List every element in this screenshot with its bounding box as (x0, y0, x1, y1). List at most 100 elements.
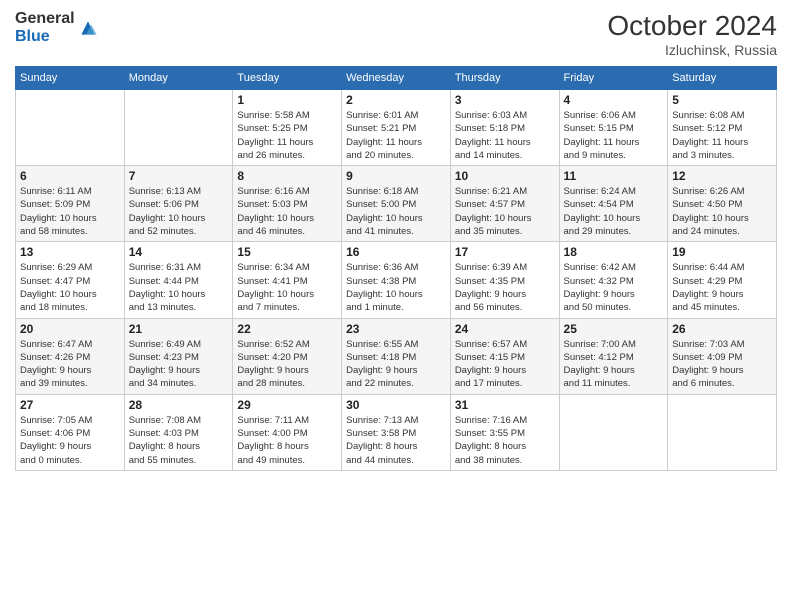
calendar-week-row: 1 Sunrise: 5:58 AM Sunset: 5:25 PM Daylig… (16, 90, 777, 166)
day-info: Sunrise: 6:26 AM Sunset: 4:50 PM Dayligh… (672, 185, 772, 238)
day-number: 5 (672, 93, 772, 107)
day-number: 21 (129, 322, 229, 336)
table-row: 19 Sunrise: 6:44 AM Sunset: 4:29 PM Dayli… (668, 242, 777, 318)
logo: General Blue (15, 10, 98, 45)
day-info: Sunrise: 7:08 AM Sunset: 4:03 PM Dayligh… (129, 414, 229, 467)
table-row: 14 Sunrise: 6:31 AM Sunset: 4:44 PM Dayli… (124, 242, 233, 318)
page: General Blue October 2024 Izluchinsk, Ru… (0, 0, 792, 612)
day-number: 29 (237, 398, 337, 412)
table-row: 26 Sunrise: 7:03 AM Sunset: 4:09 PM Dayli… (668, 318, 777, 394)
table-row: 27Sunrise: 7:05 AM Sunset: 4:06 PM Dayli… (16, 394, 125, 470)
day-number: 3 (455, 93, 555, 107)
table-row: 8 Sunrise: 6:16 AM Sunset: 5:03 PM Daylig… (233, 166, 342, 242)
table-row: 17Sunrise: 6:39 AM Sunset: 4:35 PM Dayli… (450, 242, 559, 318)
day-number: 15 (237, 245, 337, 259)
table-row: 29Sunrise: 7:11 AM Sunset: 4:00 PM Dayli… (233, 394, 342, 470)
day-number: 31 (455, 398, 555, 412)
day-info: Sunrise: 6:13 AM Sunset: 5:06 PM Dayligh… (129, 185, 229, 238)
header-sunday: Sunday (16, 67, 125, 90)
header-thursday: Thursday (450, 67, 559, 90)
table-row: 7Sunrise: 6:13 AM Sunset: 5:06 PM Daylig… (124, 166, 233, 242)
day-info: Sunrise: 6:08 AM Sunset: 5:12 PM Dayligh… (672, 109, 772, 162)
day-info: Sunrise: 6:24 AM Sunset: 4:54 PM Dayligh… (564, 185, 664, 238)
day-info: Sunrise: 6:49 AM Sunset: 4:23 PM Dayligh… (129, 338, 229, 391)
day-number: 25 (564, 322, 664, 336)
day-number: 20 (20, 322, 120, 336)
table-row: 1 Sunrise: 5:58 AM Sunset: 5:25 PM Daylig… (233, 90, 342, 166)
calendar-week-row: 6 Sunrise: 6:11 AM Sunset: 5:09 PM Daylig… (16, 166, 777, 242)
day-info: Sunrise: 6:29 AM Sunset: 4:47 PM Dayligh… (20, 261, 120, 314)
day-info: Sunrise: 5:58 AM Sunset: 5:25 PM Dayligh… (237, 109, 337, 162)
day-number: 11 (564, 169, 664, 183)
table-row (124, 90, 233, 166)
table-row: 22 Sunrise: 6:52 AM Sunset: 4:20 PM Dayli… (233, 318, 342, 394)
calendar-week-row: 27Sunrise: 7:05 AM Sunset: 4:06 PM Dayli… (16, 394, 777, 470)
header: General Blue October 2024 Izluchinsk, Ru… (15, 10, 777, 58)
day-info: Sunrise: 6:34 AM Sunset: 4:41 PM Dayligh… (237, 261, 337, 314)
day-info: Sunrise: 7:03 AM Sunset: 4:09 PM Dayligh… (672, 338, 772, 391)
title-section: October 2024 Izluchinsk, Russia (607, 10, 777, 58)
table-row: 30Sunrise: 7:13 AM Sunset: 3:58 PM Dayli… (342, 394, 451, 470)
table-row (668, 394, 777, 470)
table-row: 2 Sunrise: 6:01 AM Sunset: 5:21 PM Daylig… (342, 90, 451, 166)
day-info: Sunrise: 6:01 AM Sunset: 5:21 PM Dayligh… (346, 109, 446, 162)
calendar: Sunday Monday Tuesday Wednesday Thursday… (15, 66, 777, 471)
table-row: 24Sunrise: 6:57 AM Sunset: 4:15 PM Dayli… (450, 318, 559, 394)
header-tuesday: Tuesday (233, 67, 342, 90)
table-row: 3 Sunrise: 6:03 AM Sunset: 5:18 PM Daylig… (450, 90, 559, 166)
day-number: 26 (672, 322, 772, 336)
table-row: 6 Sunrise: 6:11 AM Sunset: 5:09 PM Daylig… (16, 166, 125, 242)
table-row: 21 Sunrise: 6:49 AM Sunset: 4:23 PM Dayli… (124, 318, 233, 394)
table-row: 12Sunrise: 6:26 AM Sunset: 4:50 PM Dayli… (668, 166, 777, 242)
table-row: 9 Sunrise: 6:18 AM Sunset: 5:00 PM Daylig… (342, 166, 451, 242)
table-row: 31Sunrise: 7:16 AM Sunset: 3:55 PM Dayli… (450, 394, 559, 470)
logo-blue: Blue (15, 28, 75, 46)
day-info: Sunrise: 6:36 AM Sunset: 4:38 PM Dayligh… (346, 261, 446, 314)
table-row: 18Sunrise: 6:42 AM Sunset: 4:32 PM Dayli… (559, 242, 668, 318)
header-friday: Friday (559, 67, 668, 90)
day-info: Sunrise: 6:18 AM Sunset: 5:00 PM Dayligh… (346, 185, 446, 238)
day-number: 22 (237, 322, 337, 336)
day-number: 9 (346, 169, 446, 183)
header-monday: Monday (124, 67, 233, 90)
table-row: 11 Sunrise: 6:24 AM Sunset: 4:54 PM Dayli… (559, 166, 668, 242)
table-row: 15 Sunrise: 6:34 AM Sunset: 4:41 PM Dayli… (233, 242, 342, 318)
day-info: Sunrise: 6:55 AM Sunset: 4:18 PM Dayligh… (346, 338, 446, 391)
table-row: 28 Sunrise: 7:08 AM Sunset: 4:03 PM Dayli… (124, 394, 233, 470)
day-number: 16 (346, 245, 446, 259)
table-row: 4 Sunrise: 6:06 AM Sunset: 5:15 PM Daylig… (559, 90, 668, 166)
day-number: 13 (20, 245, 120, 259)
day-info: Sunrise: 6:47 AM Sunset: 4:26 PM Dayligh… (20, 338, 120, 391)
day-number: 14 (129, 245, 229, 259)
day-info: Sunrise: 6:31 AM Sunset: 4:44 PM Dayligh… (129, 261, 229, 314)
day-info: Sunrise: 6:52 AM Sunset: 4:20 PM Dayligh… (237, 338, 337, 391)
location: Izluchinsk, Russia (607, 42, 777, 58)
table-row: 5 Sunrise: 6:08 AM Sunset: 5:12 PM Daylig… (668, 90, 777, 166)
day-number: 10 (455, 169, 555, 183)
day-number: 19 (672, 245, 772, 259)
day-number: 28 (129, 398, 229, 412)
day-info: Sunrise: 6:03 AM Sunset: 5:18 PM Dayligh… (455, 109, 555, 162)
day-info: Sunrise: 6:06 AM Sunset: 5:15 PM Dayligh… (564, 109, 664, 162)
header-saturday: Saturday (668, 67, 777, 90)
table-row: 10Sunrise: 6:21 AM Sunset: 4:57 PM Dayli… (450, 166, 559, 242)
table-row (16, 90, 125, 166)
month-year: October 2024 (607, 10, 777, 42)
day-number: 27 (20, 398, 120, 412)
logo-icon (78, 18, 98, 38)
day-number: 6 (20, 169, 120, 183)
day-number: 2 (346, 93, 446, 107)
day-info: Sunrise: 6:44 AM Sunset: 4:29 PM Dayligh… (672, 261, 772, 314)
day-info: Sunrise: 6:57 AM Sunset: 4:15 PM Dayligh… (455, 338, 555, 391)
header-wednesday: Wednesday (342, 67, 451, 90)
table-row (559, 394, 668, 470)
day-number: 1 (237, 93, 337, 107)
day-number: 8 (237, 169, 337, 183)
day-info: Sunrise: 6:16 AM Sunset: 5:03 PM Dayligh… (237, 185, 337, 238)
day-number: 23 (346, 322, 446, 336)
day-info: Sunrise: 6:11 AM Sunset: 5:09 PM Dayligh… (20, 185, 120, 238)
day-number: 4 (564, 93, 664, 107)
logo-general: General (15, 10, 75, 28)
table-row: 25Sunrise: 7:00 AM Sunset: 4:12 PM Dayli… (559, 318, 668, 394)
day-number: 17 (455, 245, 555, 259)
